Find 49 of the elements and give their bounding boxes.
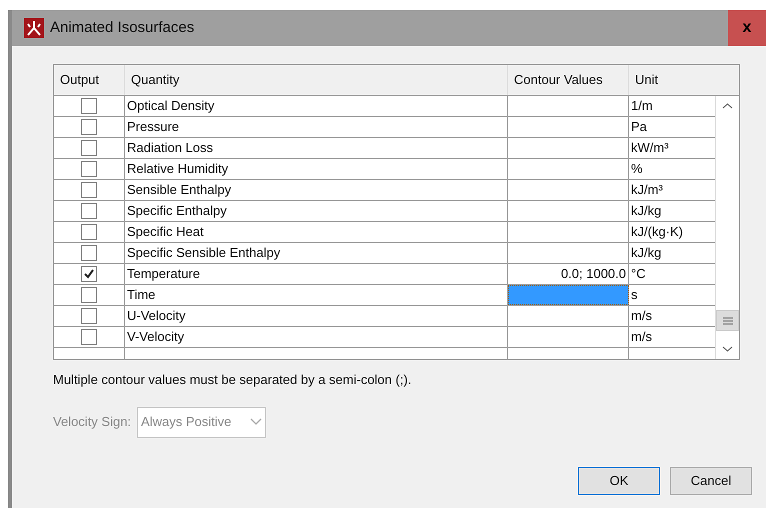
quantity-cell: V-Velocity <box>125 327 508 347</box>
output-checkbox[interactable] <box>81 161 97 177</box>
quantity-cell: Specific Heat <box>125 222 508 242</box>
unit-cell-text: kJ/kg <box>630 202 662 220</box>
quantity-cell: Relative Humidity <box>125 159 508 179</box>
scrollbar[interactable] <box>715 96 739 359</box>
quantity-cell: Pressure <box>125 117 508 137</box>
output-checkbox[interactable] <box>81 98 97 114</box>
velocity-sign-label: Velocity Sign: <box>53 413 132 432</box>
output-checkbox[interactable] <box>81 224 97 240</box>
unit-cell-text: m/s <box>630 307 653 326</box>
column-header[interactable]: Output <box>54 65 125 95</box>
unit-cell-text: °C <box>630 265 647 284</box>
app-logo-icon <box>24 18 44 38</box>
quantity-cell: Specific Sensible Enthalpy <box>125 243 508 263</box>
quantity-cell: Specific Enthalpy <box>125 201 508 221</box>
column-header[interactable]: Quantity <box>125 65 508 95</box>
output-checkbox[interactable] <box>81 329 97 345</box>
quantity-cell: U-Velocity <box>125 306 508 326</box>
unit-cell-text: kJ/kg <box>630 244 662 262</box>
scroll-thumb[interactable] <box>716 310 739 331</box>
quantity-cell: Sensible Enthalpy <box>125 180 508 200</box>
quantity-cell: Optical Density <box>125 96 508 116</box>
contour-values-cell[interactable]: 0.0; 1000.0 <box>508 264 629 284</box>
output-checkbox[interactable] <box>81 245 97 261</box>
quantity-cell: Temperature <box>125 264 508 284</box>
ok-button[interactable]: OK <box>578 467 660 495</box>
unit-cell-text: Pa <box>630 118 648 136</box>
close-button[interactable]: x <box>728 10 766 46</box>
output-checkbox[interactable] <box>81 308 97 324</box>
window-title: Animated Isosurfaces <box>50 18 194 38</box>
unit-cell-text: % <box>630 160 644 178</box>
unit-cell-text: s <box>630 286 638 304</box>
hint-text: Multiple contour values must be separated by a semi-colon (;). <box>53 371 412 389</box>
unit-cell-text: kW/m³ <box>630 139 670 158</box>
cancel-button[interactable]: Cancel <box>670 467 752 495</box>
unit-cell-text: kJ/(kg·K) <box>630 223 684 242</box>
output-checkbox[interactable] <box>81 203 97 219</box>
contour-values-cell[interactable] <box>508 285 629 305</box>
unit-cell-text: 1/m <box>630 97 654 116</box>
unit-cell-text: m/s <box>630 328 653 346</box>
output-checkbox[interactable] <box>81 287 97 303</box>
quantity-cell: Radiation Loss <box>125 138 508 158</box>
output-checkbox[interactable] <box>81 119 97 135</box>
output-checkbox[interactable] <box>81 140 97 156</box>
column-header[interactable]: Contour Values <box>508 65 629 95</box>
output-checkbox[interactable] <box>81 182 97 198</box>
unit-cell-text: kJ/m³ <box>630 181 664 200</box>
output-checkbox[interactable] <box>81 266 97 282</box>
